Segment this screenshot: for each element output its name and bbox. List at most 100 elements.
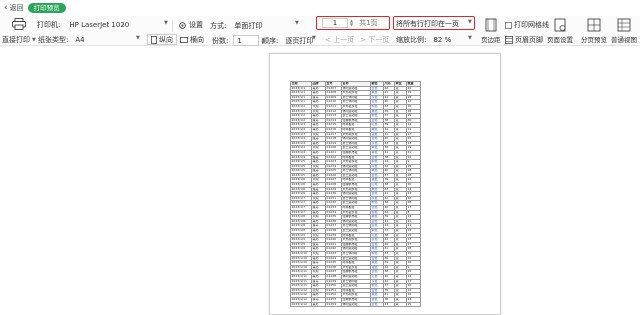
printer-select[interactable]: HP LaserJet 1020 bbox=[66, 20, 132, 30]
table-cell: 美邦 bbox=[311, 301, 326, 308]
preview-area[interactable]: 日期 品牌 型号 名称 颜色 尺码 单位 数量 2023/1/1 美邦 K1207 休闲运动鞋 白色 4… bbox=[0, 47, 640, 315]
printer-caret[interactable]: ▼ bbox=[162, 20, 168, 26]
page-current: 1 bbox=[332, 19, 338, 27]
printer-row: 打印机: HP LaserJet 1020 bbox=[37, 20, 132, 30]
settings-button[interactable]: 设置 bbox=[178, 20, 203, 30]
margins-button[interactable]: 页边距 bbox=[481, 18, 501, 44]
order-label: 顺序: bbox=[262, 37, 279, 45]
print-toolbar: 直接打印 ▼ 打印机: HP LaserJet 1020 ▼ 纸张类型: A4 ▼… bbox=[0, 16, 640, 46]
scale-value: 82 % bbox=[433, 36, 452, 44]
sheet-content: 日期 品牌 型号 名称 颜色 尺码 单位 数量 2023/1/1 美邦 K1207 休闲运动鞋 白色 4… bbox=[290, 81, 421, 308]
page-number-input[interactable]: 1 bbox=[322, 18, 348, 28]
normal-view-icon bbox=[617, 18, 631, 32]
method-label: 方式: bbox=[210, 22, 227, 30]
page-nav-row: < 上一页 > 下一页 bbox=[325, 35, 389, 45]
data-table: 日期 品牌 型号 名称 颜色 尺码 单位 数量 2023/1/1 美邦 K1207 休闲运动鞋 白色 4… bbox=[290, 81, 421, 308]
normal-view-label: 普通视图 bbox=[611, 36, 637, 44]
next-page-label: 下一页 bbox=[368, 36, 390, 44]
chevron-down-icon: ▼ bbox=[468, 19, 472, 25]
scale-select[interactable]: 82 % bbox=[430, 35, 454, 45]
page-stepper[interactable]: ▲ ▼ bbox=[350, 19, 353, 27]
header-footer-button[interactable]: 页眉页脚 bbox=[505, 35, 543, 45]
order-caret[interactable]: ▼ bbox=[310, 35, 316, 41]
method-caret[interactable]: ▼ bbox=[293, 20, 299, 26]
chevron-left-icon: ‹ bbox=[4, 2, 8, 13]
preview-page: 日期 品牌 型号 名称 颜色 尺码 单位 数量 2023/1/1 美邦 K1207 休闲运动鞋 白色 4… bbox=[269, 53, 501, 315]
page-number-group: 1 ▲ ▼ 共1页 bbox=[322, 18, 378, 28]
chevron-down-icon: ▼ bbox=[164, 20, 168, 26]
paper-type-caret[interactable]: ▼ bbox=[134, 35, 140, 41]
portrait-button[interactable]: 纵向 bbox=[147, 34, 177, 45]
portrait-toggle: 纵向 bbox=[147, 34, 177, 45]
method-row: 方式: 单面打印 bbox=[210, 20, 265, 32]
page-break-icon bbox=[587, 18, 601, 32]
paper-type-label: 纸张类型: bbox=[38, 36, 69, 44]
scale-label: 缩放比例: bbox=[396, 36, 427, 44]
table-cell: K1254 bbox=[325, 301, 342, 308]
page-break-preview-button[interactable]: 分页预览 bbox=[581, 18, 607, 44]
chevron-left-icon: < bbox=[325, 36, 331, 44]
copies-input[interactable]: 1 bbox=[233, 35, 260, 46]
chevron-down-icon: ▼ bbox=[468, 35, 472, 41]
header-footer-label: 页眉页脚 bbox=[515, 36, 543, 44]
back-label: 返回 bbox=[9, 4, 24, 12]
portrait-page-icon bbox=[151, 35, 157, 44]
next-page-button[interactable]: > 下一页 bbox=[360, 35, 389, 45]
table-cell: 白色 bbox=[370, 301, 384, 308]
scale-row: 缩放比例: 82 % bbox=[396, 35, 454, 45]
table-row: 2023/1/12 美邦 K1254 休闲运动鞋 白色 43 双 15 bbox=[290, 301, 421, 308]
page-break-preview-label: 分页预览 bbox=[581, 36, 607, 44]
chevron-down-icon: ▼ bbox=[295, 20, 299, 26]
table-cell: 双 bbox=[394, 301, 407, 308]
down-arrow-icon: ▼ bbox=[350, 22, 354, 27]
chevron-down-icon: ▼ bbox=[136, 35, 140, 41]
prev-page-label: 上一页 bbox=[333, 36, 355, 44]
copies-label: 份数: bbox=[212, 36, 229, 45]
landscape-page-icon bbox=[180, 37, 188, 43]
print-gridlines-toggle[interactable]: 打印网格线 bbox=[505, 20, 549, 30]
settings-label: 设置 bbox=[189, 21, 203, 29]
table-cell: 休闲运动鞋 bbox=[341, 301, 371, 308]
margins-icon bbox=[485, 18, 497, 32]
scale-mode-caret[interactable]: ▼ bbox=[466, 19, 472, 25]
page-setup-label: 页面设置 bbox=[547, 36, 573, 44]
portrait-label: 纵向 bbox=[159, 35, 173, 44]
prev-page-button[interactable]: < 上一页 bbox=[325, 35, 354, 45]
top-bar: ‹ 返回 打印预览 bbox=[0, 0, 640, 16]
page-setup-button[interactable]: 页面设置 bbox=[547, 18, 573, 44]
divider bbox=[172, 20, 173, 32]
landscape-button[interactable]: 横向 bbox=[180, 35, 204, 45]
landscape-label: 横向 bbox=[190, 36, 204, 44]
printer-label: 打印机: bbox=[37, 21, 61, 29]
chevron-down-icon: ▼ bbox=[32, 37, 36, 43]
printer-icon[interactable] bbox=[12, 18, 26, 30]
direct-print-label: 直接打印 bbox=[2, 36, 30, 44]
copies-row: 份数: 1 ▲ ▼ bbox=[212, 35, 264, 46]
normal-view-button[interactable]: 普通视图 bbox=[611, 18, 637, 44]
back-button[interactable]: ‹ 返回 bbox=[4, 3, 24, 13]
gear-icon bbox=[179, 21, 186, 29]
print-preview-badge: 打印预览 bbox=[27, 2, 66, 14]
table-body: 2023/1/1 美邦 K1207 休闲运动鞋 白色 40 双 20 2023/1/1 美邦 K12… bbox=[290, 85, 421, 308]
page-total: 共1页 bbox=[359, 19, 378, 27]
scale-mode-select[interactable]: 将所有行打印在一页 bbox=[396, 19, 459, 29]
table-cell: 43 bbox=[383, 301, 395, 308]
order-row: 顺序: 逐页打印 bbox=[262, 35, 316, 47]
paper-type-select[interactable]: A4 bbox=[72, 35, 87, 45]
copies-value: 1 bbox=[237, 36, 242, 45]
paper-type-value: A4 bbox=[75, 36, 85, 44]
page-setup-icon bbox=[554, 18, 566, 32]
scale-mode-value: 将所有行打印在一页 bbox=[396, 20, 459, 28]
margins-label: 页边距 bbox=[481, 36, 501, 44]
header-footer-icon bbox=[505, 36, 513, 44]
chevron-right-icon: > bbox=[360, 36, 366, 44]
printer-value: HP LaserJet 1020 bbox=[69, 21, 130, 29]
scale-caret[interactable]: ▼ bbox=[466, 35, 472, 41]
table-cell: 15 bbox=[406, 301, 421, 308]
direct-print-button[interactable]: 直接打印 ▼ bbox=[2, 35, 36, 45]
gridlines-checkbox[interactable] bbox=[505, 21, 512, 29]
chevron-down-icon: ▼ bbox=[312, 35, 316, 41]
print-gridlines-label: 打印网格线 bbox=[514, 21, 549, 29]
method-select[interactable]: 单面打印 bbox=[231, 20, 265, 32]
table-cell: 2023/1/12 bbox=[290, 301, 312, 308]
